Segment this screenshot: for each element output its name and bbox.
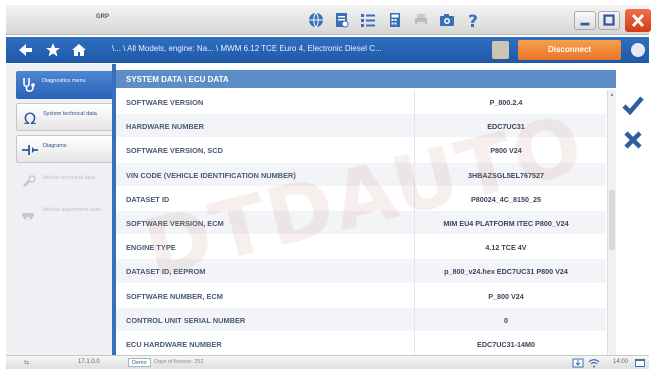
svg-text:?: ? (468, 12, 478, 29)
breadcrumb[interactable]: \... \ All Models, engine: Na... \ MWM 6… (112, 44, 484, 53)
demo-badge: Demo (128, 358, 151, 367)
usb-icon: ⇆ (24, 360, 30, 366)
list-icon[interactable] (359, 11, 377, 29)
row-label: SOFTWARE NUMBER, ECM (126, 291, 223, 301)
svg-text:Ω: Ω (24, 109, 36, 127)
table-row[interactable]: SOFTWARE VERSION, SCD P800 V24 (116, 138, 606, 163)
row-value: EDC7UC31 (487, 122, 525, 132)
navigation-bar: \... \ All Models, engine: Na... \ MWM 6… (6, 37, 649, 63)
document-icon (492, 41, 509, 59)
stethoscope-icon (20, 76, 38, 94)
diagram-icon (21, 141, 39, 159)
sidebar-item-label: Vehicle technical data (42, 175, 96, 181)
row-value: P800 V24 (490, 146, 522, 156)
row-label: ECU HARDWARE NUMBER (126, 339, 222, 349)
car-wrench-icon (20, 173, 38, 191)
grp-label: GRP (96, 14, 110, 20)
row-value: 0 (504, 315, 508, 325)
row-value: 4.12 TCE 4V (485, 243, 527, 253)
minimize-icon[interactable] (574, 11, 596, 30)
row-label: DATASET ID, EEPROM (126, 267, 206, 277)
camera-icon[interactable] (438, 11, 456, 29)
column-divider (414, 90, 415, 355)
calculator-icon[interactable] (386, 11, 404, 29)
sidebar-item-diagrams[interactable]: Diagrams (16, 135, 114, 163)
menu-dot-icon[interactable] (631, 43, 645, 57)
row-label: SOFTWARE VERSION, SCD (126, 146, 223, 156)
home-icon[interactable] (70, 41, 88, 59)
ohm-icon: Ω (21, 109, 39, 127)
row-value: 3HBAZSGL5EL767527 (468, 170, 544, 180)
ecu-data-table: SOFTWARE VERSION P_800.2.4 HARDWARE NUMBER… (116, 90, 606, 357)
row-label: SOFTWARE VERSION, ECM (126, 218, 224, 228)
help-icon[interactable]: ? (464, 11, 482, 29)
table-row[interactable]: ENGINE TYPE 4.12 TCE 4V (116, 235, 606, 260)
scroll-up-icon[interactable]: ▲ (609, 92, 615, 98)
sidebar: Diagnostics menu Ω System technical data… (6, 64, 114, 355)
ecu-data-panel: SYSTEM DATA \ ECU DATA SOFTWARE VERSION P… (112, 64, 616, 357)
scrollbar-thumb[interactable] (609, 190, 615, 250)
row-value: MIM EU4 PLATFORM ITEC P800_V24 (443, 218, 569, 228)
sidebar-item-vehicle-adjustment-data: Vehicle adjustment data (16, 200, 114, 228)
print-icon (412, 11, 430, 29)
table-row[interactable]: SOFTWARE VERSION, ECM MIM EU4 PLATFORM IT… (116, 210, 606, 236)
download-icon (572, 358, 584, 368)
row-label: CONTROL UNIT SERIAL NUMBER (126, 315, 246, 325)
globe-icon[interactable] (307, 11, 325, 29)
table-row[interactable]: SOFTWARE VERSION P_800.2.4 (116, 90, 606, 115)
top-toolbar: GRP ? (6, 5, 651, 35)
app-window: GRP ? \... \ All Models, engine: Na... \… (0, 0, 653, 372)
sidebar-item-label: Vehicle adjustment data (42, 207, 101, 213)
maximize-icon[interactable] (598, 11, 620, 30)
disconnect-button[interactable]: Disconnect (518, 40, 621, 60)
clock-time: 14:00 (613, 359, 629, 365)
table-row[interactable]: DATASET ID P80024_4C_8150_25 (116, 186, 606, 211)
checkmark-icon[interactable] (620, 92, 646, 118)
row-label: VIN CODE (VEHICLE IDENTIFICATION NUMBER) (126, 170, 296, 180)
table-row[interactable]: CONTROL UNIT SERIAL NUMBER 0 (116, 307, 606, 332)
table-row[interactable]: ECU HARDWARE NUMBER EDC7UC31-14M0 (116, 331, 606, 357)
wifi-icon (588, 358, 600, 368)
sidebar-item-label: System technical data (43, 111, 97, 117)
action-column (616, 64, 649, 355)
licence-days: Days of licence: 252 (154, 359, 204, 365)
back-arrow-icon[interactable] (16, 41, 34, 59)
table-row[interactable]: SOFTWARE NUMBER, ECM P_800 V24 (116, 283, 606, 308)
table-row[interactable]: HARDWARE NUMBER EDC7UC31 (116, 114, 606, 139)
table-row[interactable]: VIN CODE (VEHICLE IDENTIFICATION NUMBER)… (116, 162, 606, 187)
star-icon[interactable] (44, 41, 62, 59)
sidebar-item-label: Diagnostics menu (42, 78, 86, 84)
row-value: p_800_v24.hex EDC7UC31 P800 V24 (444, 267, 568, 277)
sidebar-item-label: Diagrams (43, 143, 67, 149)
row-label: HARDWARE NUMBER (126, 122, 205, 132)
status-bar: ⇆ 17.1.0.0 Demo Days of licence: 252 14:… (6, 355, 649, 369)
sidebar-item-vehicle-technical-data: Vehicle technical data (16, 168, 114, 196)
report-icon[interactable] (333, 11, 351, 29)
row-value: P_800.2.4 (489, 98, 523, 107)
row-value: P_800 V24 (488, 291, 524, 301)
panel-header: SYSTEM DATA \ ECU DATA (116, 70, 616, 88)
row-value: P80024_4C_8150_25 (471, 194, 541, 204)
vertical-scrollbar[interactable]: ▲ (607, 90, 616, 355)
row-label: ENGINE TYPE (126, 243, 176, 253)
sidebar-item-diagnostics-menu[interactable]: Diagnostics menu (16, 71, 114, 99)
version-label: 17.1.0.0 (78, 359, 100, 365)
sidebar-item-system-technical-data[interactable]: Ω System technical data (16, 103, 114, 131)
close-icon[interactable] (625, 9, 651, 32)
row-label: SOFTWARE VERSION (126, 98, 204, 107)
cancel-x-icon[interactable] (620, 127, 646, 153)
row-label: DATASET ID (126, 194, 170, 204)
page-title: SYSTEM DATA \ ECU DATA (126, 75, 229, 84)
row-value: EDC7UC31-14M0 (477, 339, 535, 349)
car-adjust-icon (20, 205, 38, 223)
calendar-icon (634, 358, 646, 368)
table-row[interactable]: DATASET ID, EEPROM p_800_v24.hex EDC7UC31… (116, 259, 606, 284)
